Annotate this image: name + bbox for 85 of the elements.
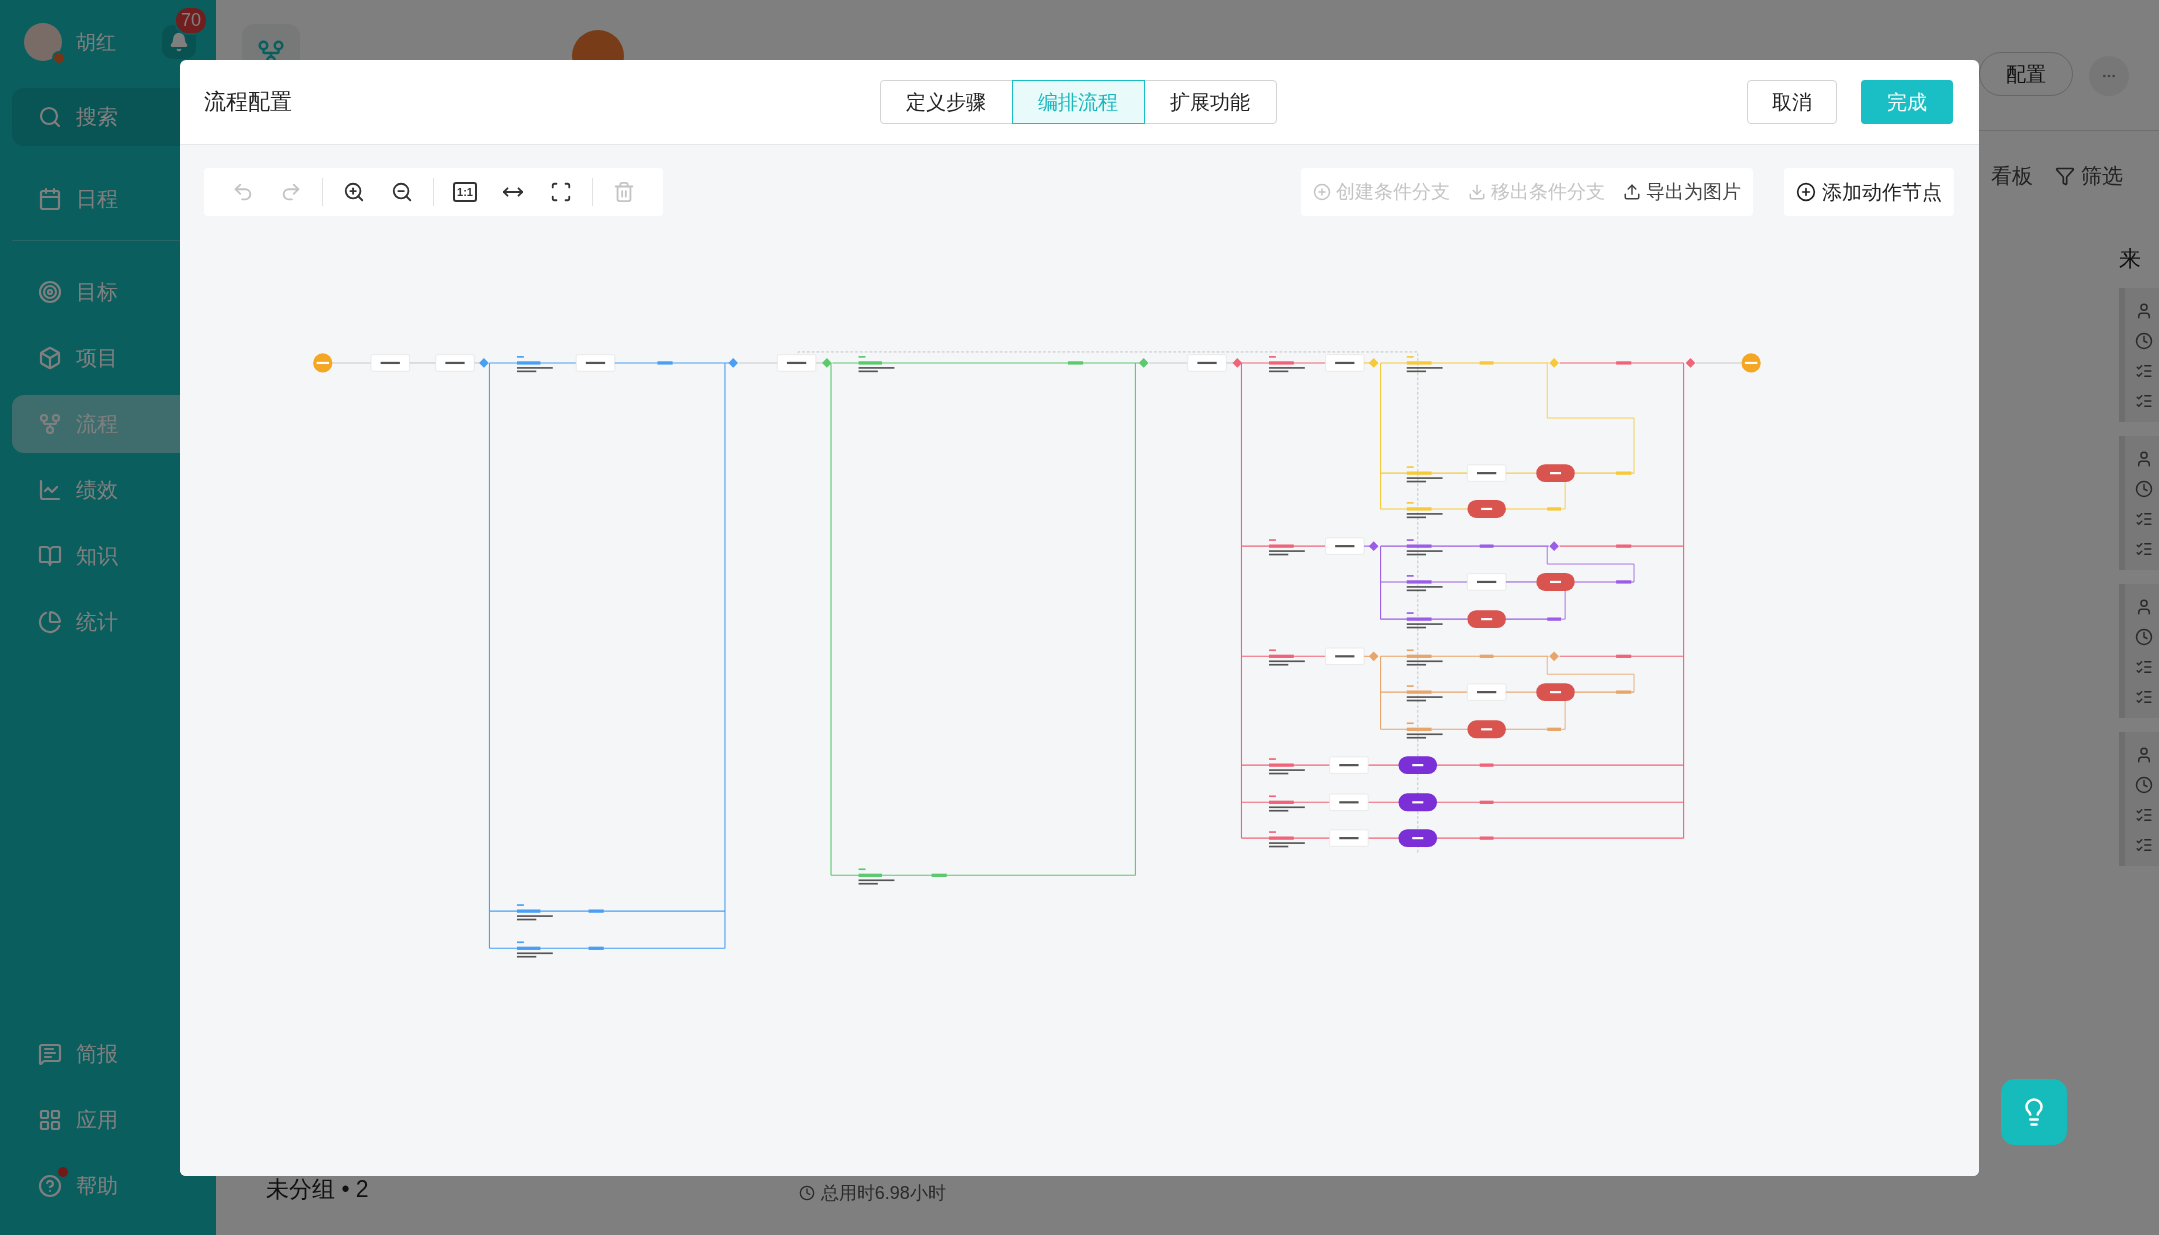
user-icon bbox=[2135, 450, 2153, 468]
zoom-out-icon bbox=[391, 181, 413, 203]
step-tab[interactable]: 扩展功能 bbox=[1143, 80, 1277, 124]
search-icon bbox=[38, 105, 62, 129]
sidebar-item-label: 统计 bbox=[76, 609, 118, 635]
help-icon bbox=[38, 1174, 62, 1198]
user-icon bbox=[2135, 746, 2153, 764]
step-tab[interactable]: 定义步骤 bbox=[879, 80, 1013, 124]
sidebar-item-label: 帮助 bbox=[76, 1173, 118, 1199]
cancel-button[interactable]: 取消 bbox=[1747, 80, 1837, 124]
bell-icon bbox=[169, 32, 189, 52]
actual-size-button[interactable]: 1:1 bbox=[442, 172, 488, 212]
plus-circle-icon bbox=[1796, 182, 1816, 202]
dialog-title: 流程配置 bbox=[204, 88, 293, 116]
focus-icon bbox=[550, 181, 572, 203]
target-icon bbox=[38, 280, 62, 304]
checklist-icon bbox=[2135, 688, 2153, 706]
config-button[interactable]: 配置 bbox=[1979, 52, 2073, 96]
user-icon bbox=[2135, 302, 2153, 320]
sidebar-item-label: 应用 bbox=[76, 1107, 118, 1133]
cube-icon bbox=[38, 346, 62, 370]
task-card[interactable] bbox=[2119, 732, 2159, 866]
sidebar-item-label: 目标 bbox=[76, 279, 118, 305]
user-avatar[interactable] bbox=[24, 23, 62, 61]
sidebar-item[interactable]: 应用 bbox=[12, 1091, 204, 1149]
add-node-button[interactable]: 添加动作节点 bbox=[1784, 168, 1954, 216]
sidebar-item[interactable]: 帮助 bbox=[12, 1157, 204, 1215]
grid-icon bbox=[38, 1108, 62, 1132]
sidebar-item-label: 绩效 bbox=[76, 477, 118, 503]
checklist-icon bbox=[2135, 510, 2153, 528]
chart-icon bbox=[38, 478, 62, 502]
actual-size-icon: 1:1 bbox=[453, 182, 477, 202]
sidebar-item-label: 项目 bbox=[76, 345, 118, 371]
clock-icon bbox=[2135, 332, 2153, 350]
sidebar-item[interactable]: 日程 bbox=[12, 170, 204, 228]
trash-icon bbox=[613, 181, 635, 203]
sidebar-item[interactable]: 项目 bbox=[12, 329, 204, 387]
undo-icon bbox=[232, 181, 254, 203]
user-name: 胡红 bbox=[76, 29, 117, 55]
calendar-icon bbox=[38, 187, 62, 211]
column-heading: 来 bbox=[2119, 245, 2142, 273]
sidebar-item[interactable]: 简报 bbox=[12, 1025, 204, 1083]
assistant-button[interactable] bbox=[2001, 1079, 2067, 1145]
group-label: 未分组 • 2 bbox=[266, 1175, 369, 1204]
sidebar-item-label: 简报 bbox=[76, 1041, 118, 1067]
notification-count: 70 bbox=[174, 6, 209, 35]
view-button[interactable]: 看板 bbox=[1991, 161, 2033, 190]
sidebar-item[interactable]: 绩效 bbox=[12, 461, 204, 519]
sidebar-item-label: 日程 bbox=[76, 186, 118, 212]
upload-icon bbox=[1623, 183, 1641, 201]
clock-icon bbox=[798, 1185, 815, 1201]
checklist-icon bbox=[2135, 658, 2153, 676]
checklist-icon bbox=[2135, 836, 2153, 854]
task-card[interactable] bbox=[2119, 436, 2159, 570]
sidebar-item[interactable]: 知识 bbox=[12, 527, 204, 585]
crown-badge bbox=[52, 51, 66, 65]
done-button[interactable]: 完成 bbox=[1861, 80, 1953, 124]
task-card[interactable] bbox=[2119, 584, 2159, 718]
clock-icon bbox=[2135, 776, 2153, 794]
flow-icon bbox=[38, 412, 62, 436]
view-button[interactable]: 筛选 bbox=[2055, 161, 2123, 190]
clock-icon bbox=[2135, 480, 2153, 498]
tray-icon bbox=[1468, 183, 1486, 201]
zoom-in-icon bbox=[343, 181, 365, 203]
sidebar-item-label: 搜索 bbox=[76, 104, 118, 130]
redo-icon bbox=[280, 181, 302, 203]
sidebar-item-label: 知识 bbox=[76, 543, 118, 569]
user-icon bbox=[2135, 598, 2153, 616]
checklist-icon bbox=[2135, 362, 2153, 380]
sidebar-item[interactable]: 目标 bbox=[12, 263, 204, 321]
filter-icon bbox=[2055, 165, 2075, 186]
toolbar-action[interactable]: 导出为图片 bbox=[1623, 179, 1741, 205]
step-tab[interactable]: 编排流程 bbox=[1011, 80, 1145, 124]
message-icon bbox=[38, 1042, 62, 1066]
sidebar-item-label: 流程 bbox=[76, 411, 118, 437]
sidebar-item[interactable]: 统计 bbox=[12, 593, 204, 651]
checklist-icon bbox=[2135, 392, 2153, 410]
plus-circle-icon bbox=[1313, 183, 1331, 201]
task-card[interactable] bbox=[2119, 288, 2159, 422]
clock-icon bbox=[2135, 628, 2153, 646]
checklist-icon bbox=[2135, 806, 2153, 824]
pie-chart-icon bbox=[38, 610, 62, 634]
duration-text: 总用时6.98小时 bbox=[820, 1182, 946, 1205]
checklist-icon bbox=[2135, 540, 2153, 558]
book-icon bbox=[38, 544, 62, 568]
